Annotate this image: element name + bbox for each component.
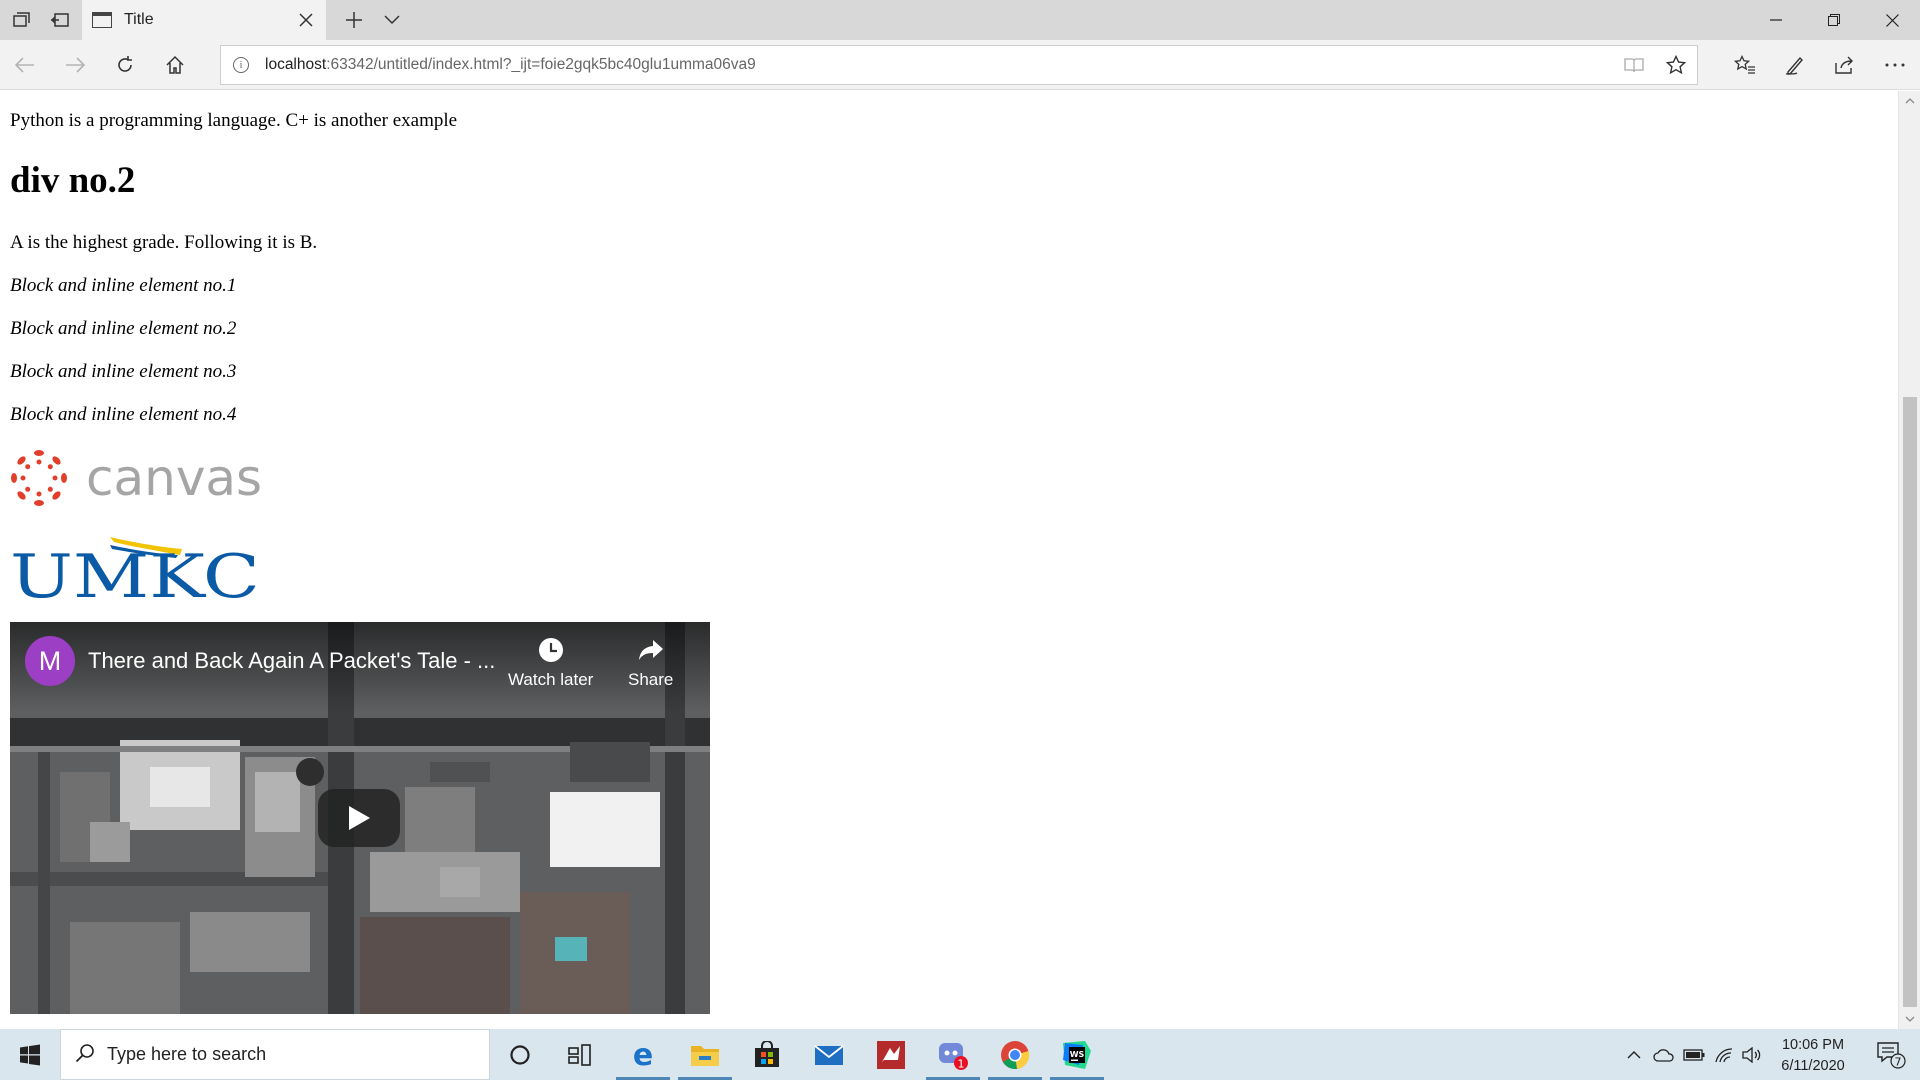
task-view-icon[interactable] — [549, 1029, 611, 1080]
star-icon[interactable] — [1655, 45, 1697, 85]
scroll-up-icon[interactable] — [1899, 91, 1920, 111]
browser-titlebar: Title — [0, 0, 1920, 40]
store-icon[interactable] — [736, 1029, 798, 1080]
scrollbar-thumb[interactable] — [1903, 397, 1917, 1007]
taskbar: Type here to search e 1 WS 10:06 PM 6/11… — [0, 1029, 1920, 1080]
mail-icon[interactable] — [798, 1029, 860, 1080]
volume-icon[interactable] — [1738, 1029, 1766, 1080]
clock-date: 6/11/2020 — [1781, 1058, 1845, 1074]
watch-later-label: Watch later — [508, 670, 594, 689]
info-icon[interactable]: i — [233, 57, 249, 73]
onedrive-icon[interactable] — [1650, 1029, 1678, 1080]
chrome-icon[interactable] — [984, 1029, 1046, 1080]
show-hidden-icons-chevron-icon[interactable] — [1622, 1029, 1646, 1080]
notification-count: 7 — [1895, 1055, 1902, 1068]
discord-icon[interactable]: 1 — [922, 1029, 984, 1080]
url-host: localhost — [265, 56, 327, 73]
back-icon[interactable] — [0, 40, 50, 90]
close-tab-icon[interactable] — [292, 6, 320, 34]
list-item: Block and inline element no.3 — [10, 361, 237, 382]
favorites-icon[interactable] — [1720, 40, 1770, 90]
notification-center-icon[interactable]: 7 — [1866, 1029, 1916, 1080]
reading-view-icon[interactable] — [1613, 45, 1655, 85]
game-app-icon[interactable] — [860, 1029, 922, 1080]
tab-title: Title — [124, 11, 154, 28]
home-icon[interactable] — [150, 40, 200, 90]
play-icon — [349, 806, 370, 830]
scroll-down-icon[interactable] — [1899, 1009, 1920, 1029]
cortana-icon[interactable] — [489, 1029, 551, 1080]
search-icon — [75, 1043, 95, 1067]
list-item: Block and inline element no.4 — [10, 404, 237, 425]
tab-aside-icon[interactable] — [40, 0, 80, 40]
paragraph-python: Python is a programming language. C+ is … — [10, 110, 458, 131]
forward-icon[interactable] — [50, 40, 100, 90]
page-icon — [92, 12, 112, 28]
umkc-logo-text: UMKC — [10, 542, 260, 601]
page-scrollbar[interactable] — [1898, 91, 1920, 1029]
webstorm-icon[interactable]: WS — [1046, 1029, 1108, 1080]
edge-icon[interactable]: e — [612, 1029, 674, 1080]
clock-time: 10:06 PM — [1781, 1037, 1845, 1053]
share-video-button[interactable]: Share — [628, 636, 673, 690]
share-label: Share — [628, 670, 674, 689]
umkc-logo: UMKC — [10, 537, 260, 601]
list-item: Block and inline element no.2 — [10, 318, 237, 339]
taskbar-search-box[interactable]: Type here to search — [60, 1029, 490, 1080]
taskbar-search-placeholder: Type here to search — [107, 1044, 267, 1064]
wifi-icon[interactable] — [1710, 1029, 1738, 1080]
svg-text:e: e — [633, 1040, 653, 1070]
paragraph-grades: A is the highest grade. Following it is … — [10, 232, 318, 253]
url-path: :63342/untitled/index.html?_ijt=foie2gqk… — [326, 56, 756, 73]
address-bar[interactable]: i localhost:63342/untitled/index.html?_i… — [220, 45, 1698, 85]
discord-badge: 1 — [958, 1057, 965, 1070]
canvas-emblem-icon — [11, 450, 67, 506]
canvas-logo: canvas — [11, 449, 262, 507]
share-arrow-icon — [637, 636, 665, 664]
channel-avatar[interactable]: M — [25, 636, 75, 686]
taskbar-clock[interactable]: 10:06 PM 6/11/2020 — [1768, 1035, 1858, 1077]
youtube-embed[interactable]: M There and Back Again A Packet's Tale -… — [10, 622, 710, 1014]
close-window-icon[interactable] — [1864, 0, 1920, 40]
windows-icon[interactable] — [0, 1029, 60, 1080]
new-tab-icon[interactable] — [334, 0, 374, 40]
browser-toolbar: i localhost:63342/untitled/index.html?_i… — [0, 40, 1920, 90]
battery-icon[interactable] — [1680, 1029, 1708, 1080]
canvas-logo-text: canvas — [86, 449, 262, 507]
more-icon[interactable] — [1870, 40, 1920, 90]
svg-text:WS: WS — [1070, 1050, 1085, 1059]
refresh-icon[interactable] — [100, 40, 150, 90]
tab-active[interactable]: Title — [82, 0, 326, 40]
restore-icon[interactable] — [1806, 0, 1862, 40]
clock-icon — [537, 636, 565, 664]
share-icon[interactable] — [1820, 40, 1870, 90]
pen-icon[interactable] — [1770, 40, 1820, 90]
watch-later-button[interactable]: Watch later — [508, 636, 593, 690]
page-content: Python is a programming language. C+ is … — [0, 91, 1898, 1029]
tab-actions-icon[interactable] — [2, 0, 42, 40]
file-explorer-icon[interactable] — [674, 1029, 736, 1080]
video-header: M There and Back Again A Packet's Tale -… — [10, 622, 710, 712]
chevron-down-icon[interactable] — [372, 0, 412, 40]
play-button[interactable] — [318, 789, 400, 847]
url-text[interactable]: localhost:63342/untitled/index.html?_ijt… — [265, 56, 1613, 74]
heading-div-no2: div no.2 — [10, 160, 136, 201]
minimize-icon[interactable] — [1748, 0, 1804, 40]
list-item: Block and inline element no.1 — [10, 275, 237, 296]
video-title[interactable]: There and Back Again A Packet's Tale - .… — [88, 648, 495, 674]
